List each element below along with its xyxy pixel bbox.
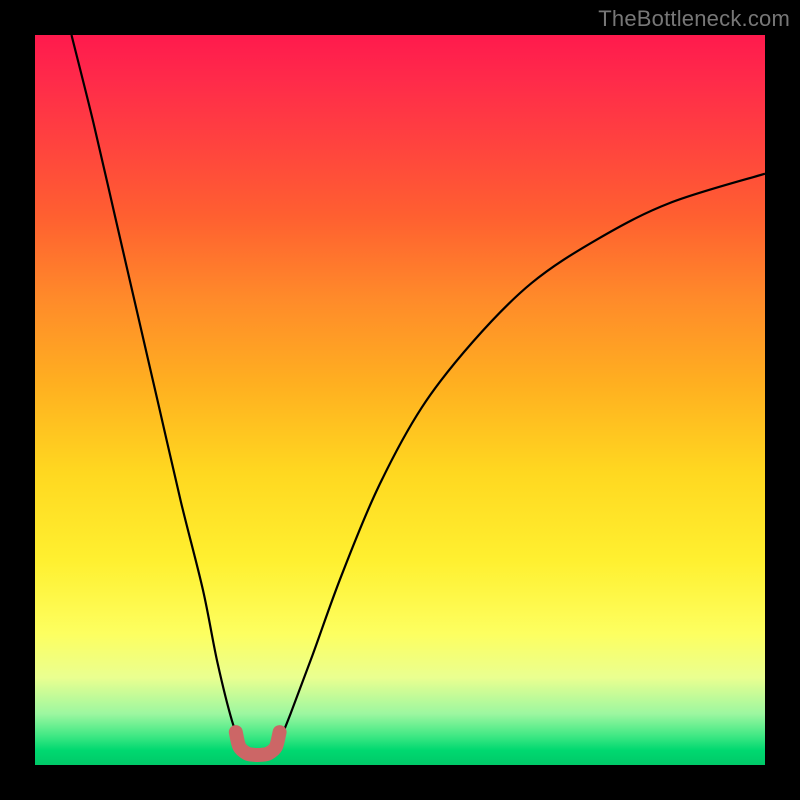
plot-area (35, 35, 765, 765)
chart-frame: TheBottleneck.com (0, 0, 800, 800)
watermark-text: TheBottleneck.com (598, 6, 790, 32)
bottleneck-curve-right (276, 174, 765, 751)
bottleneck-curve-left (72, 35, 244, 750)
curve-layer (35, 35, 765, 765)
optimal-zone-marker (236, 732, 280, 755)
